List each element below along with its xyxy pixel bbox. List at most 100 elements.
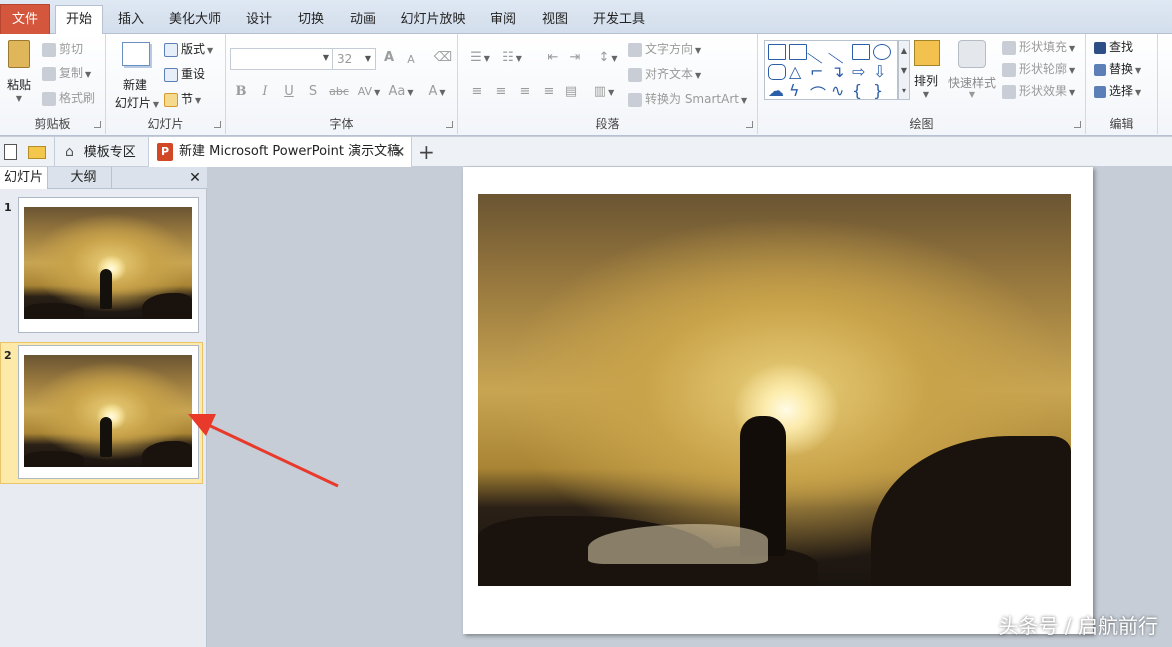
replace-button[interactable]: 替换 ▼ <box>1094 58 1141 80</box>
clear-format-icon[interactable]: ⌫ <box>432 48 454 68</box>
font-size-combo[interactable]: 32 ▼ <box>332 48 376 70</box>
section-button[interactable]: 节 ▼ <box>164 88 201 110</box>
vertical-textbox-shape-icon[interactable] <box>789 44 807 60</box>
distributed-icon[interactable]: ▤ <box>560 82 582 102</box>
freeform-shape-icon[interactable]: ∿ <box>831 81 844 100</box>
arrow-shape-icon[interactable] <box>828 40 852 64</box>
slide-canvas[interactable] <box>463 167 1093 634</box>
cut-button[interactable]: 剪切 <box>42 38 83 60</box>
find-label: 查找 <box>1109 40 1134 54</box>
font-color-button[interactable]: A ▼ <box>422 82 452 102</box>
shape-fill-button[interactable]: 形状填充 ▼ <box>1002 36 1075 58</box>
align-text-button[interactable]: 对齐文本 ▼ <box>628 63 701 85</box>
chevron-down-icon: ▼ <box>322 53 329 62</box>
italic-button[interactable]: I <box>254 82 276 102</box>
align-center-icon[interactable]: ≡ <box>490 82 512 102</box>
rounded-rect-shape-icon[interactable] <box>768 64 786 80</box>
new-slide-button[interactable]: 新建 幻灯片 ▼ <box>112 40 159 112</box>
tab-review[interactable]: 审阅 <box>482 6 524 34</box>
arrange-button[interactable]: 排列 ▼ <box>908 38 944 108</box>
tab-slideshow[interactable]: 幻灯片放映 <box>396 6 470 34</box>
close-panel-icon[interactable]: ✕ <box>186 167 204 189</box>
shadow-button[interactable]: S <box>302 82 324 102</box>
tab-home[interactable]: 开始 <box>55 5 103 34</box>
increase-indent-icon[interactable]: ⇥ <box>564 48 586 68</box>
numbering-button[interactable]: ☷ ▼ <box>498 48 526 68</box>
tab-transitions[interactable]: 切换 <box>290 6 332 34</box>
new-file-icon[interactable] <box>4 144 17 160</box>
text-direction-icon <box>628 42 642 57</box>
line-spacing-button[interactable]: ↕ ▼ <box>594 48 622 68</box>
tab-file[interactable]: 文件 <box>0 4 50 34</box>
template-zone-tab[interactable]: ⌂ 模板专区 <box>54 137 148 167</box>
format-painter-button[interactable]: 格式刷 <box>42 87 95 109</box>
dialog-launcher-icon[interactable] <box>1074 121 1081 128</box>
char-spacing-button[interactable]: AV ▼ <box>354 82 384 102</box>
cloud-shape-icon[interactable]: ☁ <box>768 81 784 100</box>
underline-button[interactable]: U <box>278 82 300 102</box>
rectangle-shape-icon[interactable] <box>852 44 870 60</box>
wedding-sunset-photo <box>24 355 192 467</box>
quick-styles-button[interactable]: 快速样式 ▼ <box>944 38 1000 108</box>
reset-button[interactable]: 重设 <box>164 63 205 85</box>
select-button[interactable]: 选择 ▼ <box>1094 80 1141 102</box>
left-brace-shape-icon[interactable]: { <box>852 81 862 100</box>
columns-button[interactable]: ▥ ▼ <box>590 82 618 102</box>
dialog-launcher-icon[interactable] <box>94 121 101 128</box>
tab-slides-panel[interactable]: 幻灯片 <box>0 167 48 189</box>
document-tab[interactable]: P 新建 Microsoft PowerPoint 演示文稿 ✕ <box>148 137 412 167</box>
slide-thumbnail-2[interactable] <box>18 345 199 479</box>
right-brace-shape-icon[interactable]: } <box>873 81 883 100</box>
convert-smartart-button[interactable]: 转换为 SmartArt ▼ <box>628 88 747 110</box>
copy-button[interactable]: 复制 ▼ <box>42 62 91 84</box>
bold-button[interactable]: B <box>230 82 252 102</box>
dialog-launcher-icon[interactable] <box>746 121 753 128</box>
find-button[interactable]: 查找 <box>1094 36 1133 58</box>
down-arrow-shape-icon[interactable]: ⇩ <box>873 62 886 81</box>
paste-button[interactable]: 粘贴 ▼ <box>4 40 34 112</box>
binoculars-icon <box>1094 41 1106 54</box>
bullets-button[interactable]: ☰ ▼ <box>466 48 494 68</box>
group-label-editing: 编辑 <box>1109 117 1134 131</box>
lightning-shape-icon[interactable]: ϟ <box>789 81 800 100</box>
align-left-icon[interactable]: ≡ <box>466 82 488 102</box>
dialog-launcher-icon[interactable] <box>214 121 221 128</box>
tab-view[interactable]: 视图 <box>534 6 576 34</box>
slide-thumbnail-1[interactable] <box>18 197 199 333</box>
textbox-shape-icon[interactable] <box>768 44 786 60</box>
grow-font-button[interactable]: A <box>378 48 400 68</box>
quick-styles-label: 快速样式 <box>947 76 996 90</box>
shape-outline-button[interactable]: 形状轮廓 ▼ <box>1002 58 1075 80</box>
tab-design[interactable]: 设计 <box>238 6 280 34</box>
align-right-icon[interactable]: ≡ <box>514 82 536 102</box>
close-tab-icon[interactable]: ✕ <box>393 137 406 167</box>
shape-effects-button[interactable]: 形状效果 ▼ <box>1002 80 1075 102</box>
dialog-launcher-icon[interactable] <box>446 121 453 128</box>
tab-insert[interactable]: 插入 <box>110 6 152 34</box>
right-arrow-shape-icon[interactable]: ⇨ <box>852 62 865 81</box>
new-tab-plus-icon[interactable]: + <box>418 137 435 167</box>
tab-beautify-master[interactable]: 美化大师 <box>164 6 226 34</box>
pen-icon <box>1002 62 1016 77</box>
tab-developer[interactable]: 开发工具 <box>588 6 650 34</box>
shapes-gallery[interactable]: △ ⌐ ↴ ⇨ ⇩ ☁ ϟ ⌒ ∿ { } <box>764 40 898 104</box>
triangle-shape-icon[interactable]: △ <box>789 62 801 81</box>
layout-button[interactable]: 版式 ▼ <box>164 38 213 60</box>
tab-animations[interactable]: 动画 <box>342 6 384 34</box>
tab-outline-panel[interactable]: 大纲 <box>56 167 112 189</box>
elbow-connector-shape-icon[interactable]: ⌐ <box>810 62 823 81</box>
arc-shape-icon[interactable]: ⌒ <box>810 81 826 105</box>
char-spacing-label: AV <box>357 85 373 98</box>
arrange-icon <box>914 40 940 66</box>
justify-icon[interactable]: ≡ <box>538 82 560 102</box>
shrink-font-button[interactable]: A <box>400 50 422 70</box>
folder-icon[interactable] <box>28 146 46 159</box>
decrease-indent-icon[interactable]: ⇤ <box>542 48 564 68</box>
font-name-combo[interactable]: ▼ <box>230 48 334 70</box>
curved-connector-shape-icon[interactable]: ↴ <box>831 62 844 81</box>
wedding-sunset-photo[interactable] <box>478 194 1071 586</box>
change-case-button[interactable]: Aa ▼ <box>386 82 416 102</box>
oval-shape-icon[interactable] <box>873 44 891 60</box>
text-direction-button[interactable]: 文字方向 ▼ <box>628 38 701 60</box>
strikethrough-button[interactable]: abc <box>326 82 352 102</box>
